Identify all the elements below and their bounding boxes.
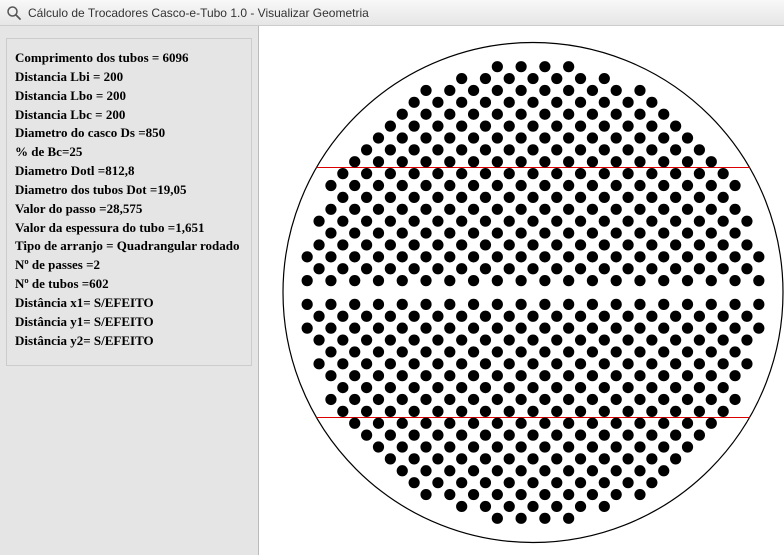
param-bc: % de Bc=25 — [15, 143, 239, 162]
param-tubos: Nº de tubos =602 — [15, 275, 239, 294]
tube-layout-svg — [259, 26, 784, 555]
param-lbc: Distancia Lbc = 200 — [15, 106, 239, 125]
window-title: Cálculo de Trocadores Casco-e-Tubo 1.0 -… — [28, 6, 369, 20]
param-arranjo: Tipo de arranjo = Quadrangular rodado — [15, 237, 239, 256]
param-passo: Valor do passo =28,575 — [15, 200, 239, 219]
param-espessura: Valor da espessura do tubo =1,651 — [15, 219, 239, 238]
content-area: Comprimento dos tubos = 6096 Distancia L… — [0, 26, 784, 555]
param-lbo: Distancia Lbo = 200 — [15, 87, 239, 106]
param-y1: Distância y1= S/EFEITO — [15, 313, 239, 332]
magnifier-icon — [6, 5, 22, 21]
param-passes: Nº de passes =2 — [15, 256, 239, 275]
param-lbi: Distancia Lbi = 200 — [15, 68, 239, 87]
param-comprimento: Comprimento dos tubos = 6096 — [15, 49, 239, 68]
parameters-panel: Comprimento dos tubos = 6096 Distancia L… — [6, 38, 252, 366]
title-bar: Cálculo de Trocadores Casco-e-Tubo 1.0 -… — [0, 0, 784, 26]
param-diametro-casco: Diametro do casco Ds =850 — [15, 124, 239, 143]
param-x1: Distância x1= S/EFEITO — [15, 294, 239, 313]
param-dotl: Diametro Dotl =812,8 — [15, 162, 239, 181]
param-dot: Diametro dos tubos Dot =19,05 — [15, 181, 239, 200]
geometry-canvas — [258, 26, 784, 555]
param-y2: Distância y2= S/EFEITO — [15, 332, 239, 351]
